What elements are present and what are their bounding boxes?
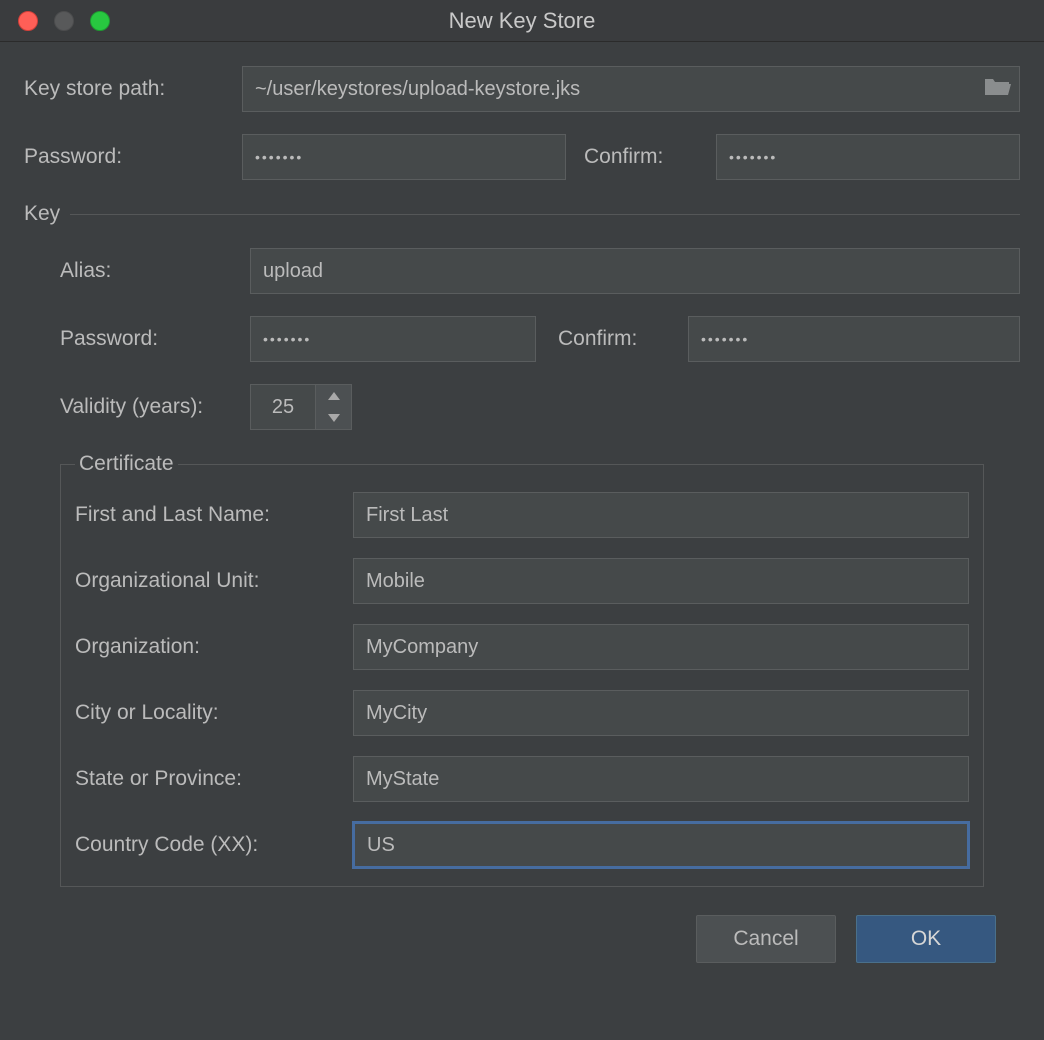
- cert-name-input[interactable]: First Last: [353, 492, 969, 538]
- key-password-input[interactable]: •••••••: [250, 316, 536, 362]
- keystore-confirm-label: Confirm:: [584, 145, 716, 169]
- key-alias-input[interactable]: upload: [250, 248, 1020, 294]
- cert-city-input[interactable]: MyCity: [353, 690, 969, 736]
- cert-org-input[interactable]: MyCompany: [353, 624, 969, 670]
- key-confirm-label: Confirm:: [558, 327, 688, 351]
- cert-name-value: First Last: [366, 504, 448, 527]
- keystore-password-value: •••••••: [255, 149, 303, 165]
- keystore-path-input[interactable]: ~/user/keystores/upload-keystore.jks: [242, 66, 1020, 112]
- keystore-confirm-input[interactable]: •••••••: [716, 134, 1020, 180]
- cert-ou-value: Mobile: [366, 570, 425, 593]
- ok-button[interactable]: OK: [856, 915, 996, 963]
- key-password-value: •••••••: [263, 331, 311, 347]
- cert-city-value: MyCity: [366, 702, 427, 725]
- key-password-label: Password:: [24, 327, 250, 351]
- cert-state-input[interactable]: MyState: [353, 756, 969, 802]
- cert-org-label: Organization:: [75, 635, 353, 659]
- cert-country-value: US: [367, 834, 395, 857]
- key-confirm-input[interactable]: •••••••: [688, 316, 1020, 362]
- cert-state-value: MyState: [366, 768, 439, 791]
- divider: [70, 214, 1020, 215]
- cert-city-label: City or Locality:: [75, 701, 353, 725]
- cancel-button[interactable]: Cancel: [696, 915, 836, 963]
- cert-country-label: Country Code (XX):: [75, 833, 353, 857]
- keystore-confirm-value: •••••••: [729, 149, 777, 165]
- cert-ou-label: Organizational Unit:: [75, 569, 353, 593]
- window-titlebar: New Key Store: [0, 0, 1044, 42]
- keystore-password-input[interactable]: •••••••: [242, 134, 566, 180]
- keystore-path-value: ~/user/keystores/upload-keystore.jks: [255, 78, 580, 101]
- cert-org-value: MyCompany: [366, 636, 478, 659]
- cert-name-label: First and Last Name:: [75, 503, 353, 527]
- key-alias-label: Alias:: [24, 259, 250, 283]
- keystore-password-label: Password:: [24, 145, 242, 169]
- window-title: New Key Store: [0, 8, 1044, 34]
- cert-ou-input[interactable]: Mobile: [353, 558, 969, 604]
- cert-country-input[interactable]: US: [353, 822, 969, 868]
- key-section-label: Key: [24, 202, 70, 226]
- cert-state-label: State or Province:: [75, 767, 353, 791]
- validity-spinner[interactable]: 25: [250, 384, 352, 430]
- key-confirm-value: •••••••: [701, 331, 749, 347]
- key-alias-value: upload: [263, 260, 323, 283]
- validity-label: Validity (years):: [24, 395, 250, 419]
- spinner-up-icon[interactable]: [316, 385, 351, 407]
- certificate-legend: Certificate: [75, 452, 178, 476]
- folder-open-icon[interactable]: [983, 75, 1011, 103]
- keystore-path-label: Key store path:: [24, 77, 242, 101]
- validity-value[interactable]: 25: [250, 384, 316, 430]
- spinner-down-icon[interactable]: [316, 407, 351, 429]
- certificate-fieldset: Certificate First and Last Name: First L…: [60, 452, 984, 887]
